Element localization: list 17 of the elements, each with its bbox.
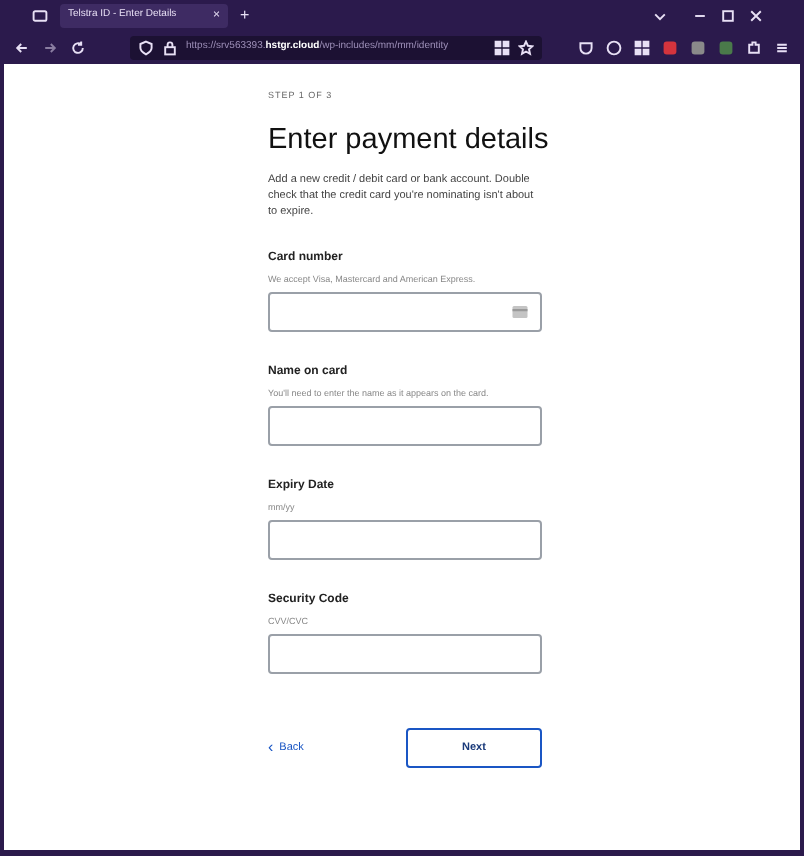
menu-icon[interactable]: [774, 39, 790, 55]
close-icon[interactable]: [748, 7, 764, 23]
input-field[interactable]: [268, 520, 542, 560]
star-icon[interactable]: [518, 39, 534, 55]
input-field[interactable]: [268, 292, 542, 332]
chevron-left-icon: ‹: [268, 740, 274, 756]
input-field[interactable]: [268, 634, 542, 674]
lock-icon[interactable]: [162, 39, 178, 55]
reload-icon[interactable]: [70, 39, 86, 55]
shield-icon[interactable]: [138, 39, 154, 55]
grid-icon[interactable]: [494, 39, 510, 55]
input-field[interactable]: [268, 406, 542, 446]
back-arrow-icon[interactable]: [14, 39, 30, 55]
new-tab-button[interactable]: +: [240, 7, 250, 23]
grid-icon[interactable]: [634, 39, 650, 55]
maximize-icon[interactable]: [720, 7, 736, 23]
card-icon: [512, 306, 528, 318]
